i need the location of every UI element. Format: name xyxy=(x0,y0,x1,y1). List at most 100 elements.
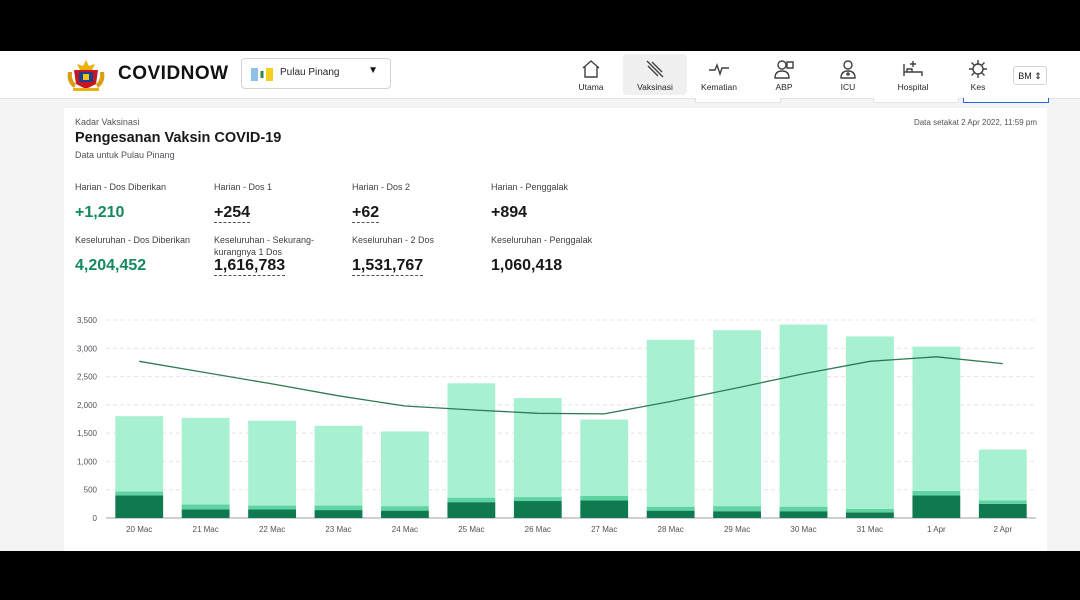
penang-flag-icon xyxy=(251,68,273,81)
bar-segment xyxy=(381,506,429,511)
x-tick-label: 31 Mac xyxy=(857,525,883,534)
stat-daily-value-tooltip[interactable]: +254 xyxy=(214,204,251,223)
stat-daily-label: Harian - Dos Diberikan xyxy=(75,182,167,192)
bar-segment xyxy=(381,510,429,518)
stat-booster: Harian - Penggalak +894 Keseluruhan - Pe… xyxy=(491,181,626,274)
x-tick-label: 24 Mac xyxy=(392,525,418,534)
bar-segment xyxy=(580,495,629,501)
stat-dose-1: Harian - Dos 1 +254 Keseluruhan - Sekura… xyxy=(214,181,349,276)
nav-item-label: Utama xyxy=(578,82,604,92)
pulse-icon xyxy=(709,62,729,77)
bar-segment xyxy=(846,508,894,513)
x-tick-label: 23 Mac xyxy=(325,525,351,534)
nav-item-icu[interactable]: ICU xyxy=(816,54,880,95)
x-tick-label: 25 Mac xyxy=(458,525,484,534)
x-tick-label: 21 Mac xyxy=(193,525,219,534)
vaccination-card: Kadar Vaksinasi Pengesanan Vaksin COVID-… xyxy=(64,108,1047,551)
y-tick-label: 2,500 xyxy=(77,373,98,382)
stat-total-value-tooltip[interactable]: 1,531,767 xyxy=(352,257,424,276)
stat-total-label: Keseluruhan - Dos Diberikan xyxy=(75,235,191,245)
malaysia-coat-of-arms-logo[interactable] xyxy=(64,58,108,92)
x-tick-label: 20 Mac xyxy=(126,525,152,534)
virus-icon xyxy=(969,60,987,78)
bar-segment xyxy=(713,506,761,512)
bar-segment xyxy=(181,509,230,518)
stat-daily-value-tooltip[interactable]: +62 xyxy=(352,204,380,223)
hospital-bed-icon xyxy=(903,61,923,76)
bar-segment xyxy=(447,383,496,498)
nav-item-kematian[interactable]: Kematian xyxy=(687,54,751,95)
stat-total-value: 1,060,418 xyxy=(491,257,563,274)
bar-segment xyxy=(846,336,894,509)
nav-item-vaksinasi[interactable]: Vaksinasi xyxy=(623,54,687,95)
dropdown-edge xyxy=(873,98,959,103)
nav-item-abp[interactable]: ABP xyxy=(752,54,816,95)
y-tick-label: 1,000 xyxy=(77,457,98,466)
nav-item-label: Hospital xyxy=(897,82,929,92)
state-select[interactable]: Pulau Pinang ▼ xyxy=(241,58,391,89)
stat-total-label: Keseluruhan - Sekurang-kurangnya 1 Dos xyxy=(214,235,315,257)
stat-total-value-tooltip[interactable]: 1,616,783 xyxy=(214,257,286,276)
stat-total-value: 4,204,452 xyxy=(75,257,147,274)
y-tick-label: 2,000 xyxy=(77,401,98,410)
nav-item-label: Kes xyxy=(970,82,986,92)
nav-item-kes[interactable]: Kes xyxy=(946,54,1010,95)
data-updated: Data setakat 2 Apr 2022, 11:59 pm xyxy=(913,118,1037,127)
state-select-label: Pulau Pinang xyxy=(280,67,340,78)
vaccination-chart: 0 500 1,000 1,500 2,000 2,500 3,000 3,500 20 Mac… xyxy=(77,316,1036,534)
nav-item-label: ICU xyxy=(840,82,856,92)
bar-segment xyxy=(181,417,230,505)
bar-segment xyxy=(713,511,761,518)
x-tick-label: 27 Mac xyxy=(591,525,617,534)
bar-segment xyxy=(115,491,164,496)
bar-segment xyxy=(912,346,961,491)
nav-item-utama[interactable]: Utama xyxy=(559,54,623,95)
x-tick-label: 30 Mac xyxy=(790,525,816,534)
bar-segment xyxy=(912,490,961,496)
stat-total-label: Keseluruhan - 2 Dos xyxy=(352,235,435,245)
app-screen: COVIDNOW Pulau Pinang ▼ Utama Vaksinasi xyxy=(0,51,1080,551)
bar-segment xyxy=(115,495,164,518)
nav-item-label: ABP xyxy=(775,82,793,92)
bar-segment xyxy=(846,512,894,518)
x-tick-label: 28 Mac xyxy=(658,525,684,534)
brand-name[interactable]: COVIDNOW xyxy=(118,63,229,85)
dropdown-edge-active xyxy=(963,98,1049,103)
bar-segment xyxy=(912,495,961,518)
chevron-down-icon: ▼ xyxy=(368,65,378,76)
x-tick-label: 29 Mac xyxy=(724,525,750,534)
bar-segment xyxy=(447,497,496,503)
bar-segment xyxy=(314,505,363,511)
bar-segment xyxy=(381,431,429,507)
syringe-icon xyxy=(646,60,664,78)
icu-icon xyxy=(840,60,856,79)
bar-segment xyxy=(513,497,562,502)
bar-segment xyxy=(713,330,761,507)
bar-segment xyxy=(646,510,695,518)
bar-segment xyxy=(447,502,496,518)
stat-daily-value: +62 xyxy=(352,204,380,223)
card-title: Pengesanan Vaksin COVID-19 xyxy=(75,130,282,146)
bar-segment xyxy=(181,504,230,510)
bar-segment xyxy=(314,425,363,506)
bar-segment xyxy=(580,500,629,518)
home-icon xyxy=(582,60,600,78)
nav-item-hospital[interactable]: Hospital xyxy=(881,54,945,95)
x-tick-label: 1 Apr xyxy=(927,525,946,534)
bar-segment xyxy=(978,449,1027,501)
top-header: COVIDNOW Pulau Pinang ▼ Utama Vaksinasi xyxy=(0,51,1080,99)
bar-segment xyxy=(513,501,562,518)
bar-segment xyxy=(248,509,296,518)
y-tick-label: 3,000 xyxy=(77,344,98,353)
bar-segment xyxy=(779,506,828,512)
stat-daily-label: Harian - Dos 2 xyxy=(352,182,411,192)
language-select[interactable]: BM ⇕ xyxy=(1013,66,1047,85)
x-tick-label: 26 Mac xyxy=(525,525,551,534)
bar-segment xyxy=(580,419,629,496)
y-tick-label: 500 xyxy=(84,486,98,495)
stat-doses-administered: Harian - Dos Diberikan +1,210 Keseluruha… xyxy=(75,181,210,274)
stat-daily-value: +1,210 xyxy=(75,204,125,221)
patients-icon xyxy=(774,60,794,79)
bar-segment xyxy=(646,339,695,507)
bar-segment xyxy=(248,420,296,506)
